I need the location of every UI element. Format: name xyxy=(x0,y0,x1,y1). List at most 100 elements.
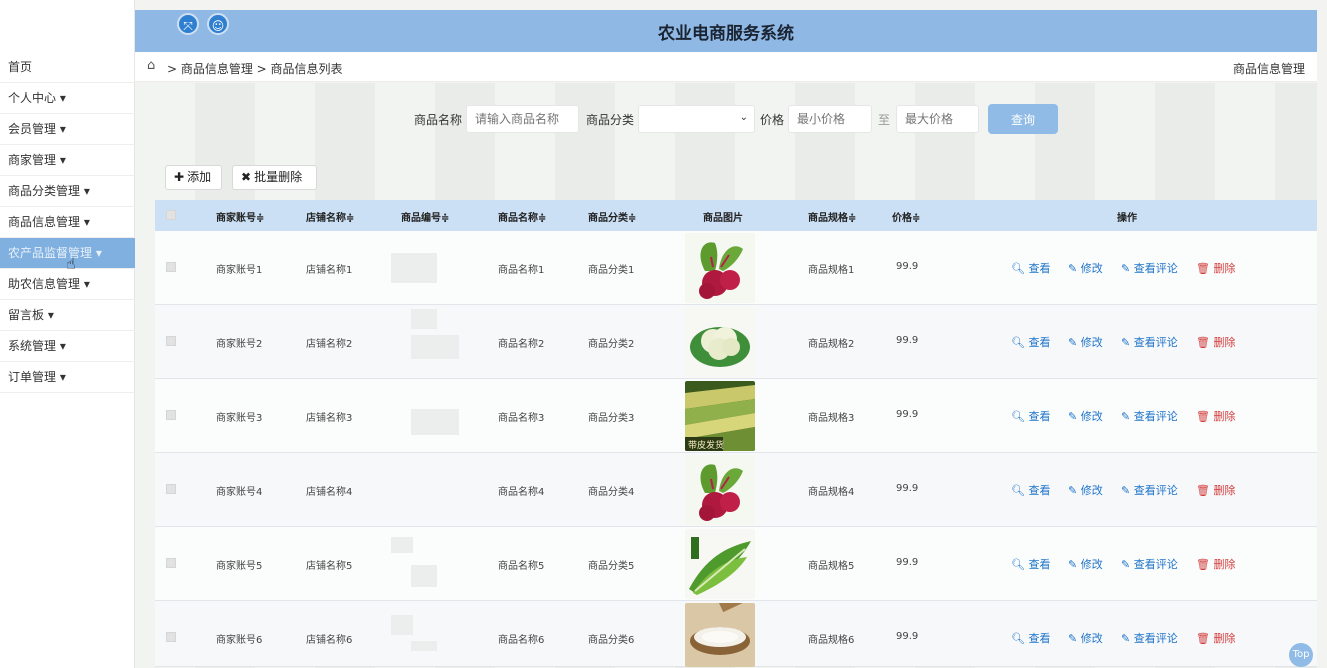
view-button[interactable]: 🔍︎ 查看 xyxy=(1011,260,1050,276)
cell-shop-name: 店铺名称1 xyxy=(306,265,353,276)
view-button[interactable]: 🔍︎ 查看 xyxy=(1011,334,1050,350)
col-price[interactable]: 价格≑ xyxy=(892,209,920,224)
add-button-label: 添加 xyxy=(187,170,212,184)
row-checkbox[interactable] xyxy=(166,262,176,272)
row-checkbox[interactable] xyxy=(166,558,176,568)
delete-button[interactable]: 🗑︎ 删除 xyxy=(1196,334,1235,350)
sidebar-item-members[interactable]: 会员管理 ▾ xyxy=(0,114,135,145)
cell-product-name: 商品名称1 xyxy=(498,265,545,276)
view-comments-button[interactable]: ✎ 查看评论 xyxy=(1121,630,1178,646)
cell-product-name: 商品名称2 xyxy=(498,339,545,350)
comments-label: 查看评论 xyxy=(1133,484,1178,497)
edit-button[interactable]: ✎ 修改 xyxy=(1068,260,1103,276)
edit-button[interactable]: ✎ 修改 xyxy=(1068,556,1103,572)
sidebar-menu: 首页 个人中心 ▾ 会员管理 ▾ 商家管理 ▾ 商品分类管理 ▾ 商品信息管理 … xyxy=(0,52,135,393)
sidebar-item-personal-center[interactable]: 个人中心 ▾ xyxy=(0,83,135,114)
trash-icon: 🗑︎ xyxy=(1196,262,1210,275)
row-checkbox[interactable] xyxy=(166,336,176,346)
product-image-beetroot[interactable] xyxy=(685,455,755,525)
cell-product-code-blurred xyxy=(411,309,437,329)
sidebar-item-farming-aid[interactable]: 助农信息管理 ▾ xyxy=(0,269,135,300)
sidebar-item-orders[interactable]: 订单管理 ▾ xyxy=(0,362,135,393)
header-bar: ⤧ ☺ 农业电商服务系统 xyxy=(135,10,1317,52)
edit-button[interactable]: ✎ 修改 xyxy=(1068,482,1103,498)
edit-button[interactable]: ✎ 修改 xyxy=(1068,630,1103,646)
sidebar-item-system[interactable]: 系统管理 ▾ xyxy=(0,331,135,362)
product-name-input[interactable] xyxy=(466,105,579,133)
edit-label: 修改 xyxy=(1080,336,1103,349)
product-image-cauliflower[interactable] xyxy=(685,307,755,377)
view-button[interactable]: 🔍︎ 查看 xyxy=(1011,630,1050,646)
col-product-spec[interactable]: 商品规格≑ xyxy=(808,209,856,224)
cell-merchant-account: 商家账号1 xyxy=(216,265,263,276)
product-image-rice[interactable] xyxy=(685,603,755,667)
edit-label: 修改 xyxy=(1080,484,1103,497)
col-shop-name[interactable]: 店铺名称≑ xyxy=(306,209,354,224)
cell-shop-name: 店铺名称5 xyxy=(306,561,353,572)
view-label: 查看 xyxy=(1028,410,1051,423)
edit-button[interactable]: ✎ 修改 xyxy=(1068,408,1103,424)
min-price-input[interactable] xyxy=(788,105,872,133)
product-image-corn[interactable]: 带皮发货 xyxy=(685,381,755,451)
breadcrumb-current: 商品信息管理 xyxy=(1232,62,1305,76)
view-comments-button[interactable]: ✎ 查看评论 xyxy=(1121,408,1178,424)
cell-product-category: 商品分类4 xyxy=(588,487,635,498)
product-image-beetroot[interactable] xyxy=(685,233,755,303)
table-row: 商家账号1 店铺名称1 商品名称1 商品分类1 商品规格1 99.9 🔍︎ 查看… xyxy=(155,231,1317,305)
back-to-top-button[interactable]: Top xyxy=(1289,643,1313,667)
delete-button[interactable]: 🗑︎ 删除 xyxy=(1196,408,1235,424)
row-checkbox[interactable] xyxy=(166,484,176,494)
cell-product-spec: 商品规格3 xyxy=(808,413,855,424)
x-icon: ✖ xyxy=(241,170,252,184)
breadcrumb: ⌂ > 商品信息管理 > 商品信息列表 商品信息管理 xyxy=(135,52,1317,82)
cell-product-spec: 商品规格6 xyxy=(808,635,855,646)
col-actions: 操作 xyxy=(1117,213,1137,224)
select-all-checkbox[interactable] xyxy=(166,210,176,220)
sidebar-item-message-board[interactable]: 留言板 ▾ xyxy=(0,300,135,331)
trash-icon: 🗑︎ xyxy=(1196,558,1210,571)
pencil-icon: ✎ xyxy=(1068,410,1078,423)
batch-delete-button[interactable]: ✖ 批量删除 xyxy=(232,165,317,190)
view-comments-button[interactable]: ✎ 查看评论 xyxy=(1121,482,1178,498)
pencil-icon: ✎ xyxy=(1068,336,1078,349)
edit-button[interactable]: ✎ 修改 xyxy=(1068,334,1103,350)
col-product-code[interactable]: 商品编号≑ xyxy=(401,209,449,224)
view-comments-button[interactable]: ✎ 查看评论 xyxy=(1121,260,1178,276)
sidebar-item-product-categories[interactable]: 商品分类管理 ▾ xyxy=(0,176,135,207)
query-button[interactable]: 查询 xyxy=(988,104,1058,134)
home-icon[interactable]: ⌂ xyxy=(147,58,155,73)
trash-icon: 🗑︎ xyxy=(1196,632,1210,645)
delete-button[interactable]: 🗑︎ 删除 xyxy=(1196,630,1235,646)
col-product-name[interactable]: 商品名称≑ xyxy=(498,209,546,224)
sidebar-item-home[interactable]: 首页 xyxy=(0,52,135,83)
cell-merchant-account: 商家账号5 xyxy=(216,561,263,572)
view-button[interactable]: 🔍︎ 查看 xyxy=(1011,482,1050,498)
table-row: 商家账号6 店铺名称6 商品名称6 商品分类6 商品规格6 99.9 🔍︎ 查看… xyxy=(155,601,1317,667)
col-product-category[interactable]: 商品分类≑ xyxy=(588,209,636,224)
row-checkbox[interactable] xyxy=(166,632,176,642)
delete-button[interactable]: 🗑︎ 删除 xyxy=(1196,556,1235,572)
view-comments-button[interactable]: ✎ 查看评论 xyxy=(1121,334,1178,350)
max-price-input[interactable] xyxy=(896,105,979,133)
cell-merchant-account: 商家账号6 xyxy=(216,635,263,646)
table-row: 商家账号3 店铺名称3 商品名称3 商品分类3 带皮发货 商品规格3 99.9 … xyxy=(155,379,1317,453)
search-icon: 🔍︎ xyxy=(1011,558,1025,571)
cell-product-name: 商品名称5 xyxy=(498,561,545,572)
sidebar-item-merchants[interactable]: 商家管理 ▾ xyxy=(0,145,135,176)
category-select[interactable]: ⌄ xyxy=(638,105,755,133)
view-comments-button[interactable]: ✎ 查看评论 xyxy=(1121,556,1178,572)
row-checkbox[interactable] xyxy=(166,410,176,420)
delete-button[interactable]: 🗑︎ 删除 xyxy=(1196,482,1235,498)
cell-product-code-blurred xyxy=(391,615,413,635)
pencil-icon: ✎ xyxy=(1068,262,1078,275)
comments-label: 查看评论 xyxy=(1133,632,1178,645)
col-product-image: 商品图片 xyxy=(703,213,743,224)
delete-button[interactable]: 🗑︎ 删除 xyxy=(1196,260,1235,276)
product-image-lettuce[interactable] xyxy=(685,529,755,599)
sidebar-item-product-info[interactable]: 商品信息管理 ▾ xyxy=(0,207,135,238)
view-button[interactable]: 🔍︎ 查看 xyxy=(1011,408,1050,424)
view-button[interactable]: 🔍︎ 查看 xyxy=(1011,556,1050,572)
col-merchant-account[interactable]: 商家账号≑ xyxy=(216,209,264,224)
product-table: 商家账号≑ 店铺名称≑ 商品编号≑ 商品名称≑ 商品分类≑ 商品图片 商品规格≑… xyxy=(155,200,1317,667)
add-button[interactable]: ✚ 添加 xyxy=(165,165,222,190)
